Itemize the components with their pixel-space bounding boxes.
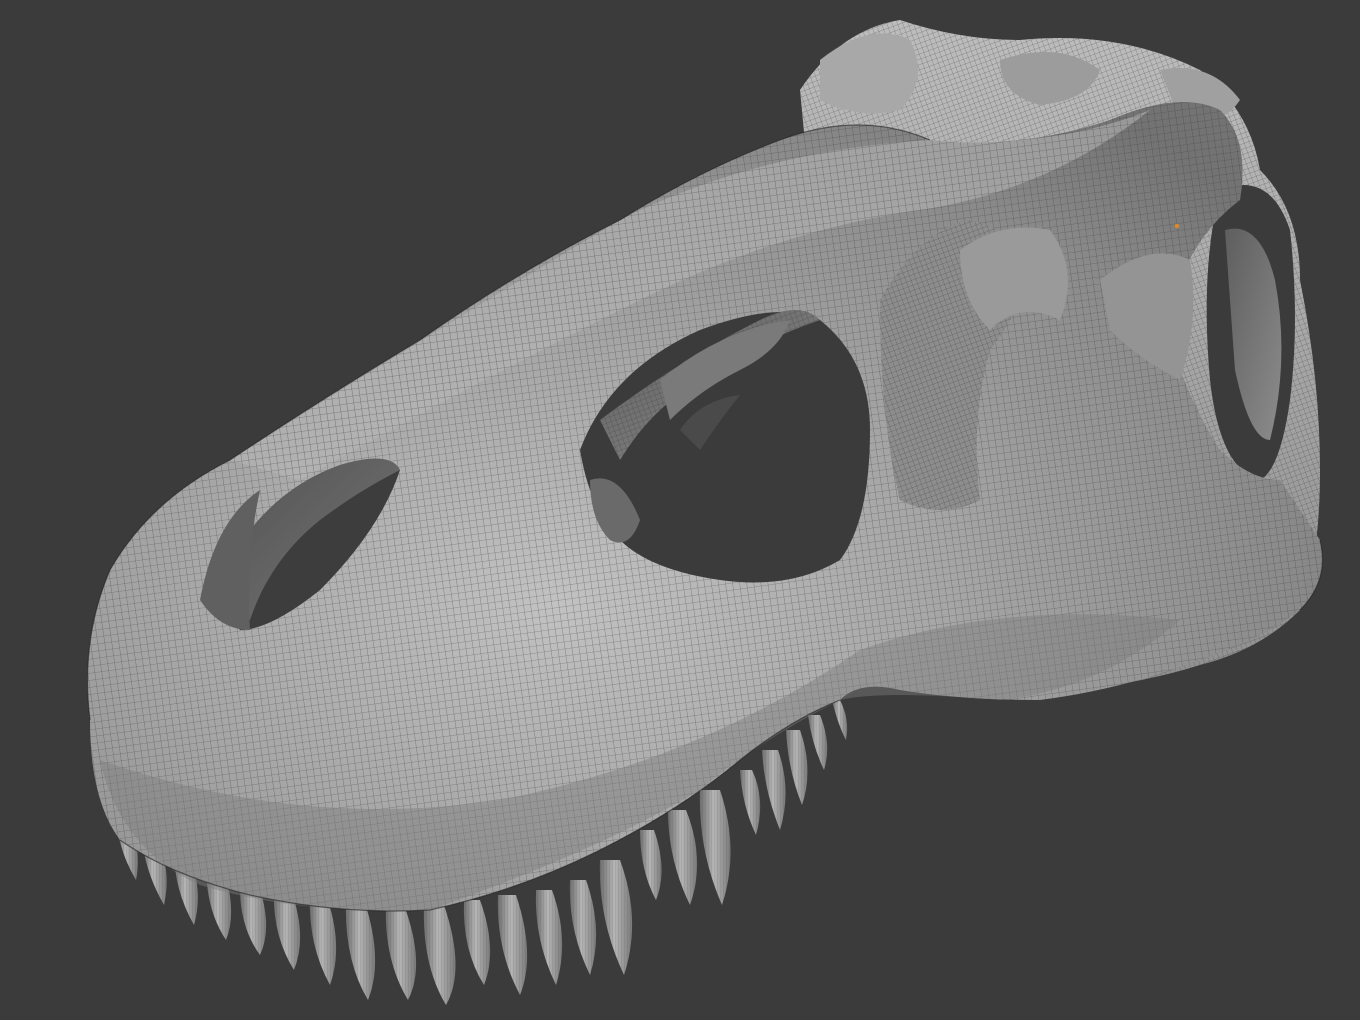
object-origin-marker[interactable] [1174, 223, 1180, 229]
3d-viewport[interactable] [0, 0, 1360, 1020]
viewport-canvas[interactable] [0, 0, 1360, 1020]
